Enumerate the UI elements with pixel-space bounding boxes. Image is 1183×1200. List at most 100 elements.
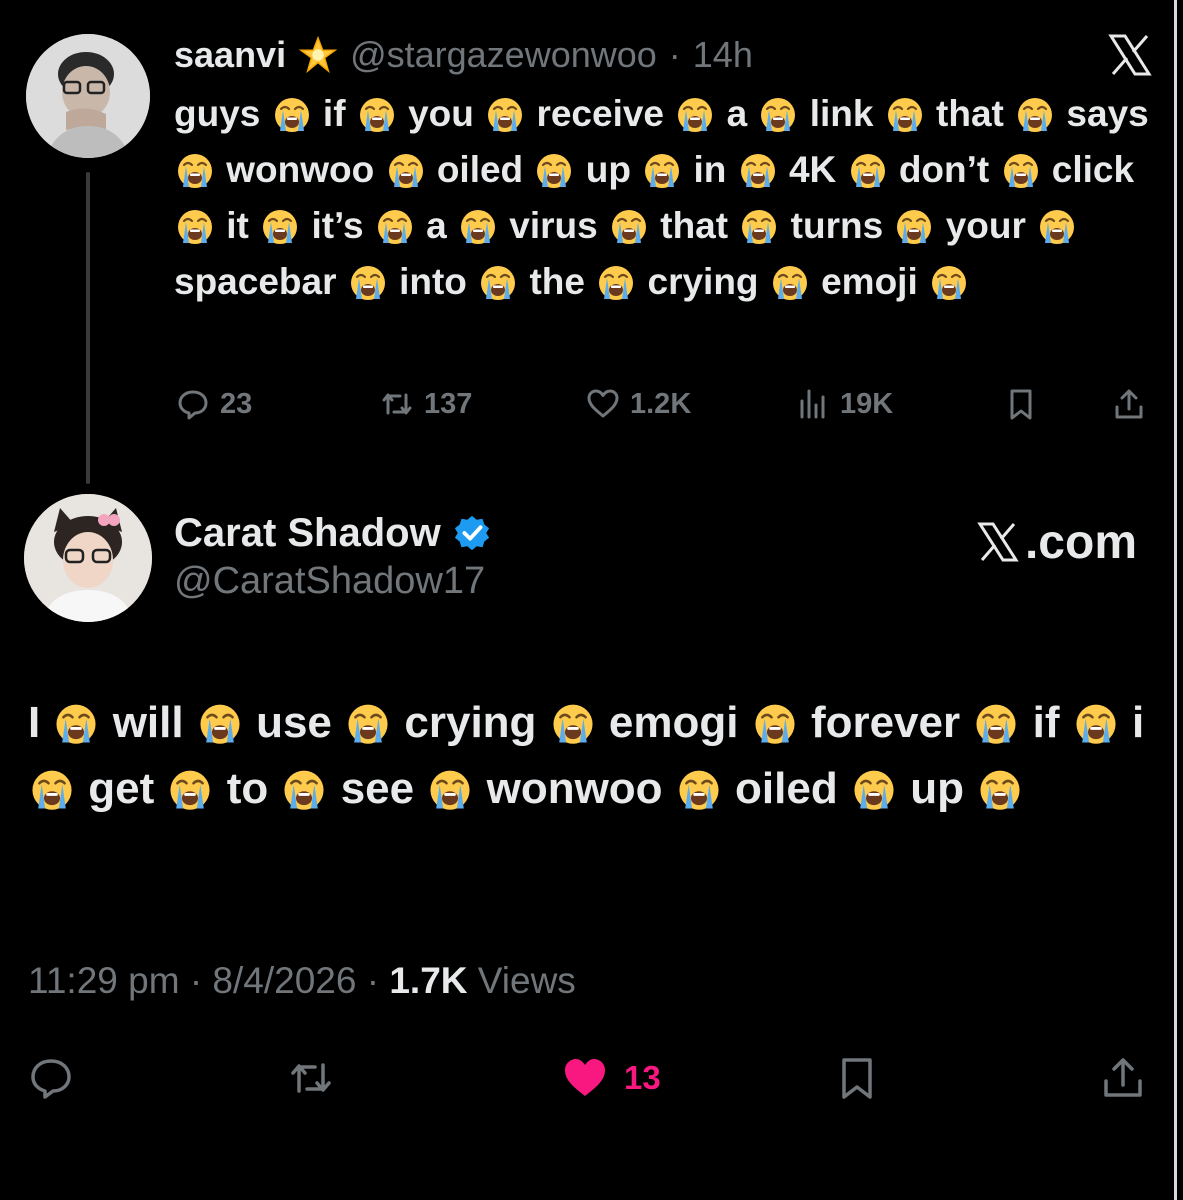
loudly-crying-face-icon (478, 262, 518, 302)
share-button[interactable] (1112, 382, 1146, 426)
heart-icon (587, 389, 619, 418)
loudly-crying-face-icon (485, 94, 525, 134)
tweet1-word: into (399, 261, 467, 302)
reply-button[interactable] (28, 1050, 74, 1106)
tweet2-word: oiled (735, 764, 838, 813)
tweet2-word: forever (810, 698, 961, 747)
scrollbar[interactable] (1174, 0, 1177, 1200)
tweet1-word: that (660, 205, 729, 246)
tweet1-word: don’t (898, 149, 990, 190)
avatar-carat-shadow[interactable] (24, 494, 152, 622)
share-icon (1115, 389, 1143, 419)
heart-icon (565, 1059, 605, 1096)
tweet1-word: up (585, 149, 631, 190)
repost-count: 137 (424, 387, 473, 420)
tweet2-name-row: Carat Shadow (174, 508, 491, 558)
share-button[interactable] (1100, 1050, 1146, 1106)
analytics-icon (800, 389, 825, 419)
loudly-crying-face-icon (345, 700, 391, 746)
loudly-crying-face-icon (348, 262, 388, 302)
reply-icon (31, 1059, 71, 1099)
like-button[interactable]: 13 (562, 1050, 661, 1106)
tweet1-time[interactable]: 14h (693, 34, 753, 76)
views-button[interactable]: 19K (796, 382, 893, 426)
tweet1-handle[interactable]: @stargazewonwoo (350, 34, 657, 76)
tweet2-word: to (226, 764, 269, 813)
loudly-crying-face-icon (272, 94, 312, 134)
loudly-crying-face-icon (1037, 206, 1077, 246)
tweet1-word: wonwoo (226, 149, 375, 190)
repost-icon (382, 393, 412, 415)
tweet2-date[interactable]: 8/4/2026 (212, 960, 356, 1001)
tweet1-header: saanvi @stargazewonwoo · 14h (174, 30, 753, 80)
meta-separator: · (366, 960, 390, 1001)
loudly-crying-face-icon (458, 206, 498, 246)
bookmark-icon (1010, 389, 1032, 420)
tweet2-author-name[interactable]: Carat Shadow (174, 511, 441, 556)
loudly-crying-face-icon (29, 766, 75, 812)
tweet1-word: a (426, 205, 447, 246)
tweet1-word: crying (647, 261, 759, 302)
tweet1-word: says (1066, 93, 1149, 134)
tweet2-word: will (112, 698, 184, 747)
reply-icon (178, 390, 208, 420)
loudly-crying-face-icon (676, 766, 722, 812)
loudly-crying-face-icon (770, 262, 810, 302)
loudly-crying-face-icon (596, 262, 636, 302)
tweet1-word: a (726, 93, 748, 134)
thread-connector (86, 172, 90, 484)
views-count: 19K (840, 387, 894, 420)
tweet1-word: guys (174, 93, 261, 134)
tweet2-word: get (88, 764, 155, 813)
bookmark-button[interactable] (1004, 382, 1038, 426)
bookmark-button[interactable] (834, 1050, 880, 1106)
tweet2-timestamp[interactable]: 11:29 pm (28, 960, 180, 1001)
tweet1-word: it (226, 205, 249, 246)
source-label-text: .com (1024, 515, 1137, 569)
loudly-crying-face-icon (739, 206, 779, 246)
tweet2-word: up (910, 764, 964, 813)
share-icon (1104, 1058, 1142, 1097)
tweet1-word: in (693, 149, 727, 190)
tweet1-text: guys if you receive a link that says won… (174, 86, 1164, 310)
loudly-crying-face-icon (550, 700, 596, 746)
meta-separator: · (189, 960, 213, 1001)
tweet1-author-name[interactable]: saanvi (174, 34, 286, 76)
reply-count: 23 (220, 387, 253, 420)
tweet1-actions: 23 137 1.2K 19K (176, 382, 1156, 426)
tweet1-word: emoji (821, 261, 918, 302)
tweet1-word: receive (536, 93, 665, 134)
tweet2-word: i (1131, 698, 1145, 747)
tweet2-word: see (340, 764, 415, 813)
loudly-crying-face-icon (357, 94, 397, 134)
avatar-saanvi[interactable] (26, 34, 150, 158)
x-logo-icon[interactable] (1105, 30, 1155, 80)
like-button[interactable]: 1.2K (586, 382, 691, 426)
loudly-crying-face-icon (1015, 94, 1055, 134)
loudly-crying-face-icon (281, 766, 327, 812)
loudly-crying-face-icon (738, 150, 778, 190)
glowing-star-icon (299, 36, 338, 74)
loudly-crying-face-icon (375, 206, 415, 246)
tweet1-separator: · (668, 34, 681, 75)
loudly-crying-face-icon (1001, 150, 1041, 190)
loudly-crying-face-icon (427, 766, 473, 812)
tweet2-handle[interactable]: @CaratShadow17 (174, 560, 485, 603)
reply-button[interactable]: 23 (176, 382, 252, 426)
like-count: 13 (624, 1059, 661, 1096)
bookmark-icon (842, 1058, 872, 1099)
tweet2-word: wonwoo (486, 764, 663, 813)
x-logo-icon (977, 522, 1019, 562)
loudly-crying-face-icon (752, 700, 798, 746)
verified-badge-icon (454, 515, 489, 551)
repost-button[interactable] (288, 1050, 334, 1106)
loudly-crying-face-icon (609, 206, 649, 246)
tweet2-word: use (256, 698, 332, 747)
loudly-crying-face-icon (977, 766, 1023, 812)
tweet1-word: turns (790, 205, 884, 246)
loudly-crying-face-icon (675, 94, 715, 134)
tweet1-word: that (936, 93, 1004, 134)
repost-button[interactable]: 137 (380, 382, 472, 426)
loudly-crying-face-icon (167, 766, 213, 812)
repost-icon (291, 1063, 331, 1093)
